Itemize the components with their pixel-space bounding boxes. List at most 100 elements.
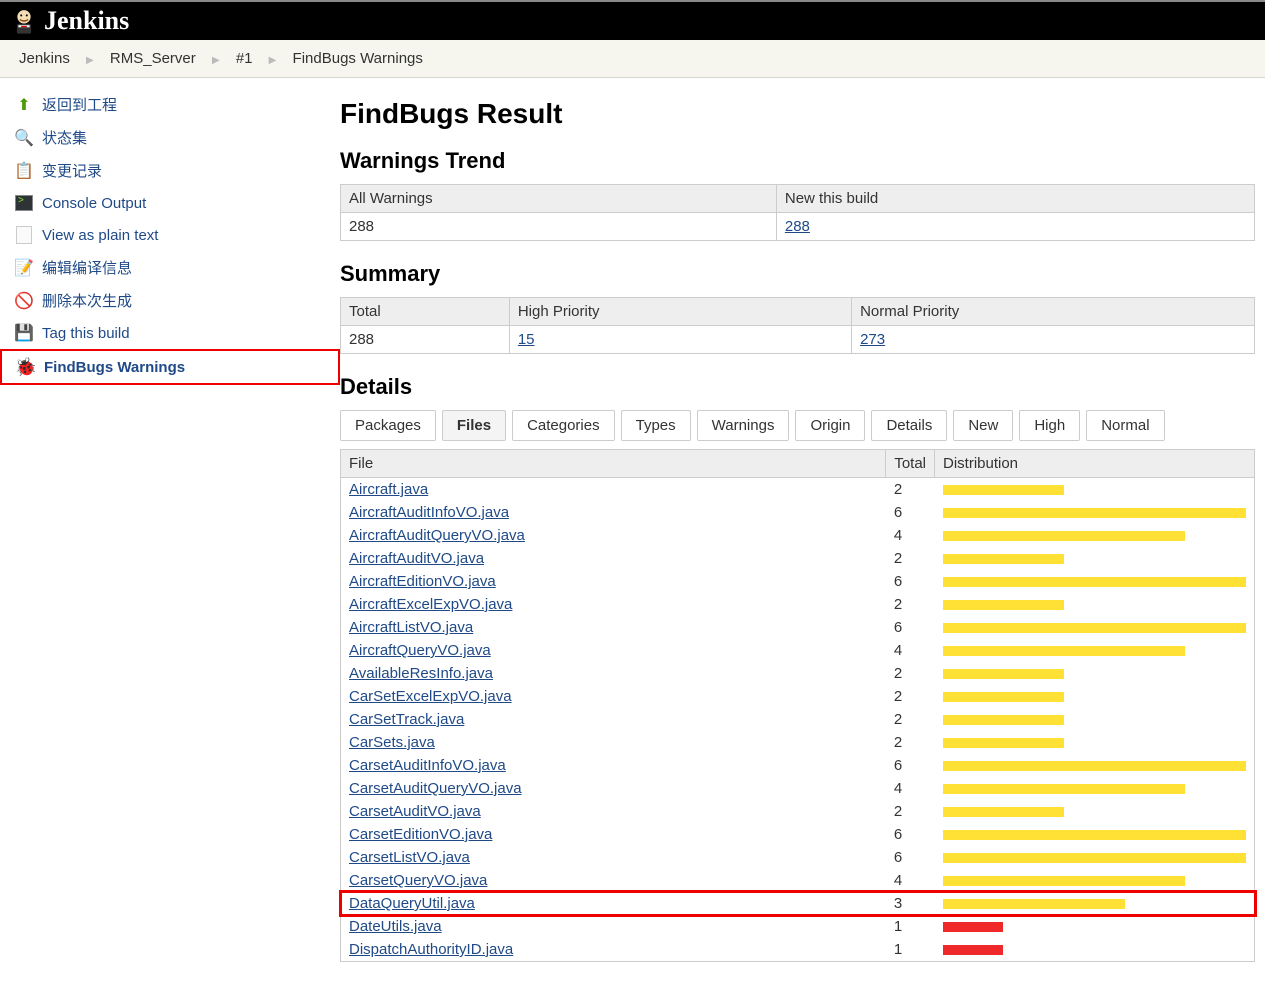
distribution-bar xyxy=(943,715,1247,725)
file-link[interactable]: AircraftExcelExpVO.java xyxy=(349,596,512,613)
trend-new-link[interactable]: 288 xyxy=(785,218,810,235)
sidebar-item-0[interactable]: ⬆返回到工程 xyxy=(0,88,340,121)
distribution-bar xyxy=(943,784,1247,794)
distribution-bar xyxy=(943,922,1247,932)
file-link[interactable]: CarsetListVO.java xyxy=(349,849,470,866)
table-row: CarsetAuditInfoVO.java6 xyxy=(341,754,1255,777)
file-link[interactable]: DateUtils.java xyxy=(349,918,442,935)
breadcrumb-item[interactable]: FindBugs Warnings xyxy=(293,50,423,67)
details-heading: Details xyxy=(340,374,1255,400)
table-row: AircraftListVO.java 6 xyxy=(341,616,1255,639)
summary-normal-link[interactable]: 273 xyxy=(860,331,885,348)
file-link[interactable]: CarsetAuditInfoVO.java xyxy=(349,757,506,774)
sidebar-item-label: Console Output xyxy=(42,195,146,212)
tab-warnings[interactable]: Warnings xyxy=(697,410,790,441)
breadcrumb-item[interactable]: Jenkins xyxy=(19,50,70,67)
file-total: 2 xyxy=(886,478,935,502)
forbid-icon: 🚫 xyxy=(14,291,34,311)
sidebar-item-7[interactable]: 💾Tag this build xyxy=(0,317,340,349)
tab-origin[interactable]: Origin xyxy=(795,410,865,441)
trend-all-value: 288 xyxy=(341,213,777,241)
file-link[interactable]: Aircraft.java xyxy=(349,481,428,498)
table-row: AircraftAuditInfoVO.java 6 xyxy=(341,501,1255,524)
file-total: 2 xyxy=(886,708,935,731)
distribution-bar xyxy=(943,761,1247,771)
table-row: CarsetListVO.java 6 xyxy=(341,846,1255,869)
file-total: 1 xyxy=(886,938,935,962)
distribution-bar xyxy=(943,508,1247,518)
file-total: 6 xyxy=(886,616,935,639)
tab-packages[interactable]: Packages xyxy=(340,410,436,441)
file-link[interactable]: AircraftAuditInfoVO.java xyxy=(349,504,509,521)
file-link[interactable]: CarsetQueryVO.java xyxy=(349,872,487,889)
file-total: 6 xyxy=(886,823,935,846)
main-content: FindBugs Result Warnings Trend All Warni… xyxy=(340,78,1265,982)
sidebar-item-1[interactable]: 🔍状态集 xyxy=(0,121,340,154)
file-link[interactable]: DataQueryUtil.java xyxy=(349,895,475,912)
sidebar-item-4[interactable]: View as plain text xyxy=(0,219,340,251)
sidebar: ⬆返回到工程🔍状态集📋变更记录 Console Output View as pla… xyxy=(0,78,340,982)
summary-header-normal: Normal Priority xyxy=(852,298,1255,326)
table-row: CarsetQueryVO.java4 xyxy=(341,869,1255,892)
summary-total-value: 288 xyxy=(341,326,510,354)
table-row: AvailableResInfo.java2 xyxy=(341,662,1255,685)
distribution-bar xyxy=(943,623,1247,633)
file-total: 6 xyxy=(886,501,935,524)
header-title: Jenkins xyxy=(44,6,129,36)
tab-normal[interactable]: Normal xyxy=(1086,410,1164,441)
distribution-bar xyxy=(943,876,1247,886)
summary-table: Total High Priority Normal Priority 288 … xyxy=(340,297,1255,354)
file-link[interactable]: DispatchAuthorityID.java xyxy=(349,941,513,958)
sidebar-item-label: 删除本次生成 xyxy=(42,290,132,311)
header-logo[interactable]: Jenkins xyxy=(10,6,129,36)
file-total: 6 xyxy=(886,846,935,869)
green-arrow-up-icon: ⬆ xyxy=(14,95,34,115)
breadcrumb-sep: ▶ xyxy=(269,55,277,66)
file-link[interactable]: AircraftListVO.java xyxy=(349,619,473,636)
trend-header-new: New this build xyxy=(776,185,1254,213)
file-link[interactable]: AircraftAuditVO.java xyxy=(349,550,484,567)
header-bar: Jenkins xyxy=(0,0,1265,40)
distribution-bar xyxy=(943,899,1247,909)
file-link[interactable]: CarsetEditionVO.java xyxy=(349,826,492,843)
breadcrumb-item[interactable]: #1 xyxy=(236,50,253,67)
tab-details[interactable]: Details xyxy=(871,410,947,441)
file-link[interactable]: CarSetExcelExpVO.java xyxy=(349,688,512,705)
file-link[interactable]: CarsetAuditQueryVO.java xyxy=(349,780,522,797)
file-total: 6 xyxy=(886,570,935,593)
pencil-icon: 📝 xyxy=(14,258,34,278)
table-row: AircraftAuditVO.java2 xyxy=(341,547,1255,570)
tab-new[interactable]: New xyxy=(953,410,1013,441)
summary-high-link[interactable]: 15 xyxy=(518,331,535,348)
table-row: DataQueryUtil.java3 xyxy=(341,892,1255,915)
distribution-bar xyxy=(943,531,1247,541)
sidebar-item-3[interactable]: Console Output xyxy=(0,187,340,219)
terminal-icon xyxy=(14,193,34,213)
sidebar-item-6[interactable]: 🚫 删除本次生成 xyxy=(0,284,340,317)
sidebar-item-2[interactable]: 📋变更记录 xyxy=(0,154,340,187)
table-row: CarSetTrack.java 2 xyxy=(341,708,1255,731)
table-row: AircraftAuditQueryVO.java4 xyxy=(341,524,1255,547)
file-link[interactable]: CarSets.java xyxy=(349,734,435,751)
sidebar-item-8[interactable]: 🐞FindBugs Warnings xyxy=(0,349,340,385)
file-link[interactable]: CarSetTrack.java xyxy=(349,711,464,728)
file-link[interactable]: CarsetAuditVO.java xyxy=(349,803,481,820)
tab-categories[interactable]: Categories xyxy=(512,410,615,441)
file-link[interactable]: AircraftAuditQueryVO.java xyxy=(349,527,525,544)
tab-types[interactable]: Types xyxy=(621,410,691,441)
file-total: 2 xyxy=(886,685,935,708)
sidebar-item-5[interactable]: 📝 编辑编译信息 xyxy=(0,251,340,284)
file-total: 4 xyxy=(886,777,935,800)
trend-table: All Warnings New this build 288 288 xyxy=(340,184,1255,241)
tab-high[interactable]: High xyxy=(1019,410,1080,441)
file-link[interactable]: AircraftQueryVO.java xyxy=(349,642,491,659)
sidebar-item-label: 变更记录 xyxy=(42,160,102,181)
sidebar-item-label: 编辑编译信息 xyxy=(42,257,132,278)
distribution-bar xyxy=(943,600,1247,610)
file-link[interactable]: AircraftEditionVO.java xyxy=(349,573,496,590)
distribution-bar xyxy=(943,554,1247,564)
breadcrumb-item[interactable]: RMS_Server xyxy=(110,50,196,67)
file-total: 1 xyxy=(886,915,935,938)
file-link[interactable]: AvailableResInfo.java xyxy=(349,665,493,682)
tab-files[interactable]: Files xyxy=(442,410,506,441)
